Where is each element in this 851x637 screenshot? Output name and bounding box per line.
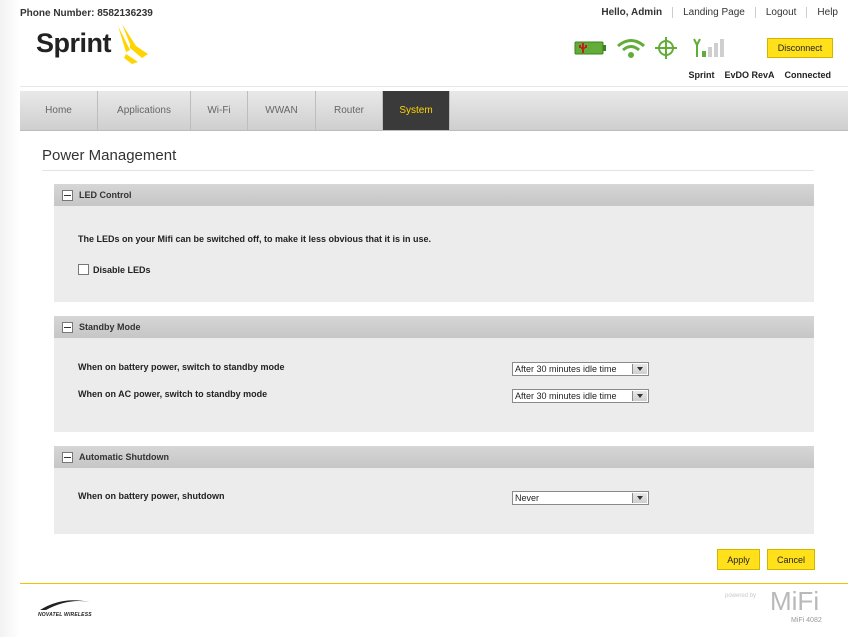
collapse-icon[interactable]: [62, 321, 73, 333]
automatic-shutdown-title: Automatic Shutdown: [79, 452, 169, 462]
standby-ac-value: After 30 minutes idle time: [515, 391, 617, 401]
page-shadow: [0, 0, 20, 637]
standby-ac-label: When on AC power, switch to standby mode: [78, 389, 268, 399]
standby-ac-select[interactable]: After 30 minutes idle time: [512, 389, 649, 403]
connection-state: Connected: [784, 70, 831, 80]
novatel-brand: NOVATEL WIRELESS: [38, 612, 92, 618]
chevron-down-icon: [632, 364, 647, 374]
standby-battery-select[interactable]: After 30 minutes idle time: [512, 362, 649, 376]
status-icons: [574, 36, 726, 60]
tab-system[interactable]: System: [383, 91, 450, 130]
footer-divider: [20, 583, 848, 584]
battery-icon: [574, 41, 606, 55]
signal-icon: [693, 38, 724, 57]
led-description: The LEDs on your Mifi can be switched of…: [78, 234, 432, 244]
standby-battery-label: When on battery power, switch to standby…: [78, 362, 285, 372]
mifi-logo: MiFi: [770, 586, 820, 616]
disable-leds-checkbox[interactable]: [78, 264, 89, 275]
standby-mode-panel: Standby Mode When on battery power, swit…: [54, 316, 814, 432]
gps-icon: [655, 37, 677, 59]
led-control-title: LED Control: [79, 190, 132, 200]
led-control-panel: LED Control The LEDs on your Mifi can be…: [54, 184, 814, 302]
powered-by-text: powered by: [725, 593, 757, 599]
tab-wwan[interactable]: WWAN: [248, 91, 316, 130]
disable-leds-row: Disable LEDs: [78, 264, 151, 275]
tab-router[interactable]: Router: [316, 91, 383, 130]
help-link[interactable]: Help: [806, 7, 848, 18]
tab-wifi[interactable]: Wi-Fi: [191, 91, 248, 130]
chevron-down-icon: [632, 493, 647, 503]
phone-number: Phone Number: 8582136239: [20, 8, 153, 19]
greeting: Hello, Admin: [601, 7, 663, 18]
standby-mode-title: Standby Mode: [79, 322, 141, 332]
landing-page-link[interactable]: Landing Page: [672, 7, 755, 18]
sprint-logo: Sprint: [36, 24, 148, 64]
disconnect-button[interactable]: Disconnect: [767, 38, 833, 58]
collapse-icon[interactable]: [62, 189, 73, 201]
automatic-shutdown-panel: Automatic Shutdown When on battery power…: [54, 446, 814, 534]
connection-status: Sprint EvDO RevA Connected: [688, 70, 831, 80]
top-links: Hello, Admin Landing Page Logout Help: [591, 7, 848, 18]
mifi-model: MiFi 4082: [791, 617, 822, 624]
page-title: Power Management: [42, 147, 177, 164]
sprint-wings-icon: [118, 24, 148, 64]
tab-applications[interactable]: Applications: [98, 91, 191, 130]
apply-button[interactable]: Apply: [717, 549, 760, 570]
automatic-shutdown-header: Automatic Shutdown: [54, 446, 814, 468]
wifi-icon: [617, 39, 645, 58]
novatel-logo-icon: [40, 600, 90, 610]
logout-link[interactable]: Logout: [754, 7, 807, 18]
tab-home[interactable]: Home: [20, 91, 98, 130]
header-divider: [20, 86, 848, 87]
standby-mode-header: Standby Mode: [54, 316, 814, 338]
shutdown-battery-label: When on battery power, shutdown: [78, 491, 225, 501]
shutdown-battery-select[interactable]: Never: [512, 491, 649, 505]
cancel-button[interactable]: Cancel: [767, 549, 815, 570]
shutdown-battery-value: Never: [515, 493, 540, 503]
carrier-name: Sprint: [688, 70, 715, 80]
disable-leds-label: Disable LEDs: [93, 264, 151, 275]
led-control-header: LED Control: [54, 184, 814, 206]
standby-battery-value: After 30 minutes idle time: [515, 364, 617, 374]
collapse-icon[interactable]: [62, 451, 73, 463]
logo-text: Sprint: [36, 28, 112, 58]
network-type: EvDO RevA: [724, 70, 775, 80]
title-divider: [42, 170, 814, 171]
main-nav: Home Applications Wi-Fi WWAN Router Syst…: [20, 91, 848, 131]
chevron-down-icon: [632, 391, 647, 401]
